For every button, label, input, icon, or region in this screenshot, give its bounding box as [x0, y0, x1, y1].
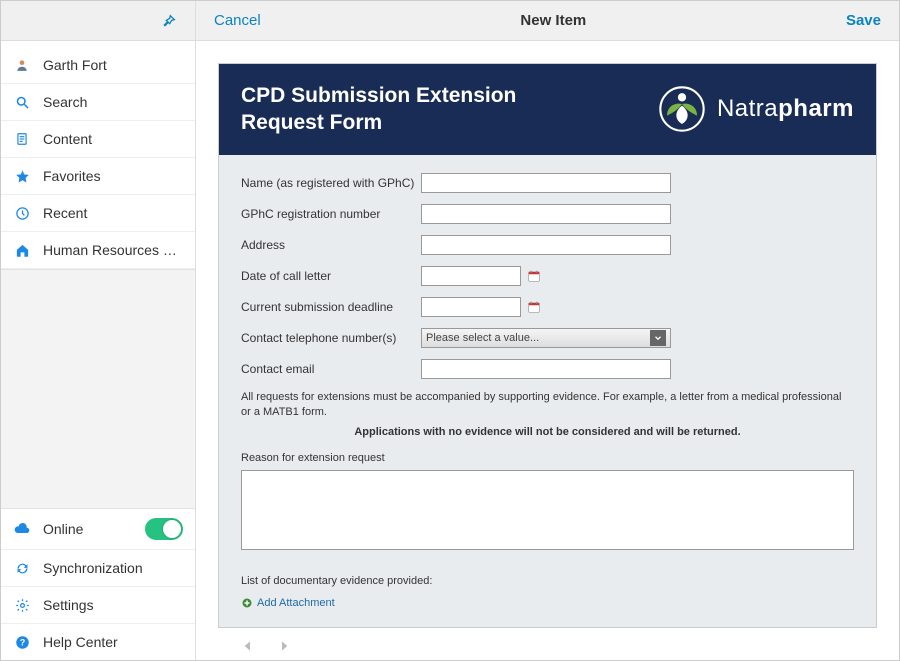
logo-icon	[657, 84, 707, 134]
cloud-icon	[13, 520, 31, 538]
sidebar-item-hr[interactable]: Human Resources W…	[1, 232, 195, 269]
content-area: CPD Submission Extension Request Form Na…	[196, 41, 899, 660]
add-attachment-label: Add Attachment	[257, 597, 335, 609]
reg-input[interactable]	[421, 204, 671, 224]
field-deadline: Current submission deadline	[241, 297, 854, 317]
app-root: Garth Fort Search Content Favorites Rece…	[1, 1, 899, 660]
phone-label: Contact telephone number(s)	[241, 331, 421, 345]
gear-icon	[13, 596, 31, 614]
sidebar-item-label: Synchronization	[43, 560, 183, 576]
field-letter-date: Date of call letter	[241, 266, 854, 286]
help-icon: ?	[13, 633, 31, 651]
star-icon	[13, 167, 31, 185]
form-body: Name (as registered with GPhC) GPhC regi…	[219, 155, 876, 628]
field-phone: Contact telephone number(s) Please selec…	[241, 328, 854, 348]
svg-text:?: ?	[19, 637, 24, 647]
main: Cancel New Item Save CPD Submission Exte…	[196, 1, 899, 660]
sidebar-item-sync[interactable]: Synchronization	[1, 550, 195, 587]
sidebar-item-settings[interactable]: Settings	[1, 587, 195, 624]
field-name: Name (as registered with GPhC)	[241, 173, 854, 193]
reg-label: GPhC registration number	[241, 207, 421, 221]
letter-date-label: Date of call letter	[241, 269, 421, 283]
chevron-down-icon	[650, 330, 666, 346]
email-label: Contact email	[241, 362, 421, 376]
select-value: Please select a value...	[426, 332, 539, 344]
calendar-icon[interactable]	[527, 300, 541, 314]
next-button[interactable]	[276, 638, 292, 654]
field-email: Contact email	[241, 359, 854, 379]
sidebar-item-help[interactable]: ? Help Center	[1, 624, 195, 660]
form-nav	[218, 628, 877, 660]
sidebar: Garth Fort Search Content Favorites Rece…	[1, 1, 196, 660]
warning-text: Applications with no evidence will not b…	[241, 426, 854, 438]
clock-icon	[13, 204, 31, 222]
sidebar-item-recent[interactable]: Recent	[1, 195, 195, 232]
address-label: Address	[241, 238, 421, 252]
calendar-icon[interactable]	[527, 269, 541, 283]
sidebar-item-favorites[interactable]: Favorites	[1, 158, 195, 195]
form-header: CPD Submission Extension Request Form Na…	[219, 64, 876, 155]
sidebar-item-label: Search	[43, 94, 183, 110]
evidence-label: List of documentary evidence provided:	[241, 575, 854, 587]
sidebar-item-label: Favorites	[43, 168, 183, 184]
sidebar-item-label: Settings	[43, 597, 183, 613]
document-icon	[13, 130, 31, 148]
sidebar-item-label: Content	[43, 131, 183, 147]
name-label: Name (as registered with GPhC)	[241, 176, 421, 190]
home-icon	[13, 241, 31, 259]
sidebar-item-label: Human Resources W…	[43, 242, 183, 258]
brand-name: Natrapharm	[717, 95, 854, 123]
sidebar-item-user[interactable]: Garth Fort	[1, 47, 195, 84]
add-attachment-button[interactable]: Add Attachment	[241, 597, 854, 617]
reason-textarea[interactable]	[241, 470, 854, 550]
sidebar-nav: Garth Fort Search Content Favorites Rece…	[1, 41, 195, 269]
brand-logo: Natrapharm	[657, 84, 854, 134]
sidebar-item-content[interactable]: Content	[1, 121, 195, 158]
sidebar-item-label: Online	[43, 521, 133, 537]
name-input[interactable]	[421, 173, 671, 193]
sidebar-item-label: Garth Fort	[43, 57, 183, 73]
deadline-label: Current submission deadline	[241, 300, 421, 314]
field-reg: GPhC registration number	[241, 204, 854, 224]
pin-icon[interactable]	[161, 13, 177, 29]
search-icon	[13, 93, 31, 111]
deadline-input[interactable]	[421, 297, 521, 317]
online-toggle[interactable]	[145, 518, 183, 540]
reason-label: Reason for extension request	[241, 452, 854, 464]
sidebar-spacer	[1, 269, 195, 509]
letter-date-input[interactable]	[421, 266, 521, 286]
save-button[interactable]: Save	[846, 12, 881, 29]
sidebar-item-online[interactable]: Online	[1, 509, 195, 550]
form-title: CPD Submission Extension Request Form	[241, 82, 561, 137]
address-input[interactable]	[421, 235, 671, 255]
field-address: Address	[241, 235, 854, 255]
sidebar-item-label: Help Center	[43, 634, 183, 650]
phone-select[interactable]: Please select a value...	[421, 328, 671, 348]
sync-icon	[13, 559, 31, 577]
topbar: Cancel New Item Save	[196, 1, 899, 41]
prev-button[interactable]	[240, 638, 256, 654]
form-container: CPD Submission Extension Request Form Na…	[218, 63, 877, 628]
sidebar-item-label: Recent	[43, 205, 183, 221]
page-title: New Item	[261, 12, 846, 29]
person-icon	[13, 56, 31, 74]
email-input[interactable]	[421, 359, 671, 379]
sidebar-bottom: Online Synchronization Settings ? Help C…	[1, 509, 195, 660]
cancel-button[interactable]: Cancel	[214, 12, 261, 29]
sidebar-item-search[interactable]: Search	[1, 84, 195, 121]
info-text: All requests for extensions must be acco…	[241, 390, 854, 421]
sidebar-header	[1, 1, 195, 41]
plus-icon	[241, 597, 253, 609]
